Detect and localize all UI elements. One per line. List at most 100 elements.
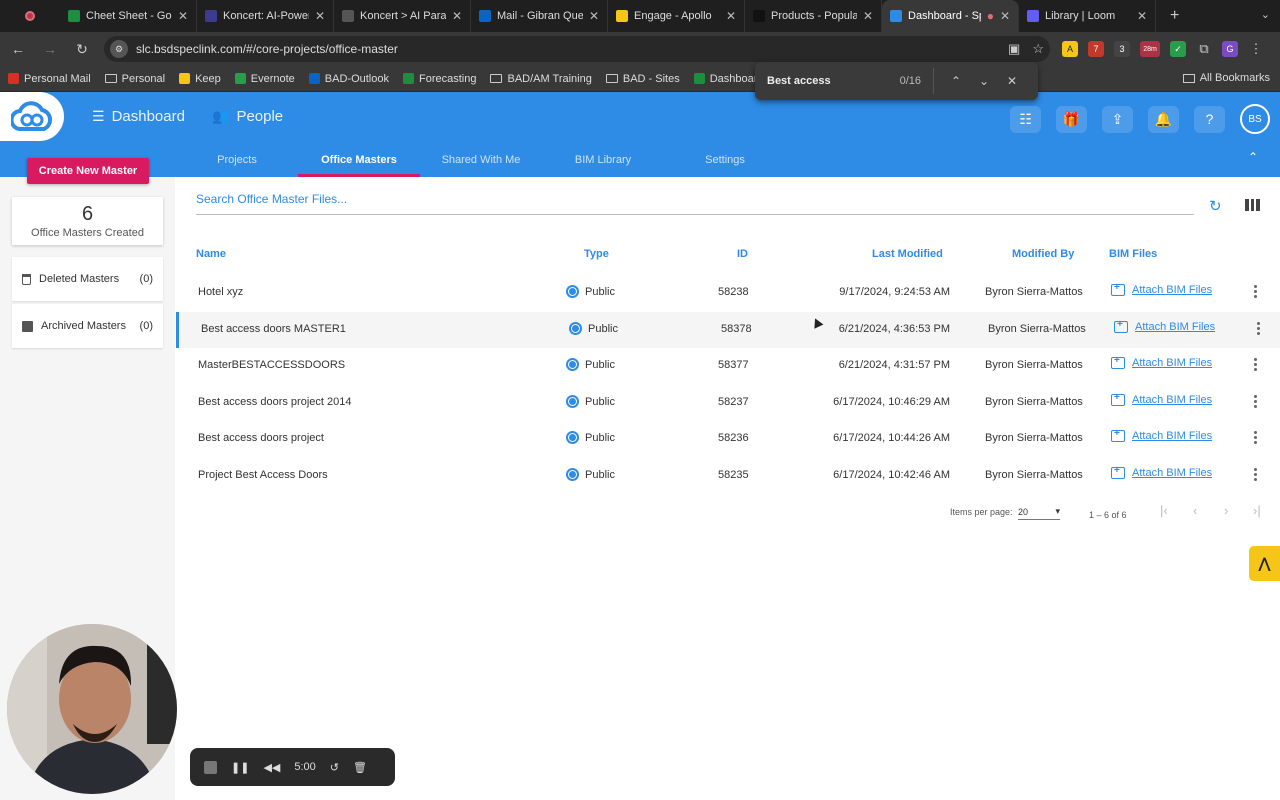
last-page-icon[interactable]: ›| (1253, 503, 1261, 518)
attach-bim-files-link[interactable]: Attach BIM Files (1111, 282, 1212, 296)
page-action-icon[interactable]: ▣ (1008, 41, 1020, 57)
search-field[interactable] (196, 192, 1194, 215)
browser-tab[interactable]: Dashboard - Sp ● ✕ (882, 0, 1019, 32)
browser-tab[interactable]: Library | Loom ✕ (1019, 0, 1156, 32)
bell-icon[interactable]: 🔔 (1148, 105, 1179, 133)
app-logo[interactable] (0, 92, 64, 141)
column-header-modified-by[interactable]: Modified By (1012, 248, 1074, 260)
tab-close-icon[interactable]: ✕ (452, 9, 462, 23)
attach-bim-files-link[interactable]: Attach BIM Files (1111, 392, 1212, 406)
row-more-options-icon[interactable] (1254, 394, 1258, 408)
column-header-last-modified[interactable]: Last Modified (872, 248, 943, 260)
tab-shared-with-me[interactable]: Shared With Me (420, 142, 542, 177)
row-more-options-icon[interactable] (1254, 358, 1258, 371)
restart-icon[interactable]: ↺ (330, 761, 339, 774)
table-row[interactable]: Project Best Access Doors Public 58235 6/17… (176, 458, 1280, 494)
extensions-puzzle-icon[interactable]: ⧉ (1196, 41, 1212, 57)
stop-recording-icon[interactable] (204, 760, 217, 774)
row-name[interactable]: Best access doors project 2014 (198, 396, 351, 408)
row-more-options-icon[interactable] (1254, 431, 1258, 444)
delete-recording-icon[interactable]: 🗑 (353, 761, 367, 774)
apollo-extension-icon[interactable]: A (1062, 41, 1078, 57)
attach-bim-files-link[interactable]: Attach BIM Files (1111, 465, 1212, 479)
row-name[interactable]: Hotel xyz (198, 286, 243, 298)
create-new-master-button[interactable]: Create New Master (27, 158, 149, 184)
back-icon[interactable]: ← (8, 41, 28, 57)
row-more-options-icon[interactable] (1254, 285, 1258, 298)
bookmark-item[interactable]: Personal Mail (8, 73, 91, 85)
tab-close-icon[interactable]: ✕ (1137, 9, 1147, 23)
all-bookmarks[interactable]: All Bookmarks (1182, 72, 1270, 84)
bookmark-star-icon[interactable]: ☆ (1032, 41, 1044, 57)
table-row[interactable]: Best access doors MASTER1 Public 58378 6/21… (176, 311, 1280, 348)
tab-close-icon[interactable]: ✕ (1000, 9, 1010, 23)
row-more-options-icon[interactable] (1257, 321, 1261, 335)
extension-badge-three[interactable]: 28m (1140, 41, 1160, 57)
browser-tab[interactable]: Koncert > AI Paralle ✕ (334, 0, 471, 32)
previous-page-icon[interactable]: ‹ (1193, 503, 1197, 518)
bookmark-item[interactable]: Evernote (234, 73, 295, 85)
bookmark-item[interactable]: BAD-Outlook (308, 73, 389, 85)
tab-close-icon[interactable]: ✕ (863, 9, 873, 23)
tab-bim-library[interactable]: BIM Library (542, 142, 664, 177)
browser-menu-icon[interactable]: ⋮ (1248, 41, 1264, 57)
sidebar-item-deleted-masters[interactable]: Deleted Masters (0) (12, 257, 163, 301)
browser-tab[interactable]: Engage - Apollo ✕ (608, 0, 745, 32)
find-close-icon[interactable]: ✕ (998, 74, 1026, 88)
tab-close-icon[interactable]: ✕ (726, 9, 736, 23)
nav-people[interactable]: 👥 People (212, 108, 283, 125)
next-page-icon[interactable]: › (1224, 503, 1228, 518)
reload-icon[interactable]: ↻ (72, 41, 92, 58)
bookmark-item[interactable]: Dashboard (693, 73, 764, 85)
tab-office-masters[interactable]: Office Masters (298, 142, 420, 177)
hierarchy-icon[interactable]: ☷ (1010, 105, 1041, 133)
upload-icon[interactable]: ⇪ (1102, 105, 1133, 133)
tab-close-icon[interactable]: ✕ (178, 9, 188, 23)
new-tab-button[interactable]: + (1156, 7, 1193, 25)
bookmark-item[interactable]: Personal (104, 73, 165, 85)
recording-tab-indicator[interactable] (0, 0, 60, 32)
address-bar[interactable]: ⚙ slc.bsdspeclink.com/#/core-projects/of… (104, 36, 1050, 62)
check-extension-icon[interactable]: ✓ (1170, 41, 1186, 57)
table-row[interactable]: MasterBESTACCESSDOORS Public 58377 6/21/202… (176, 348, 1280, 384)
site-info-icon[interactable]: ⚙ (110, 40, 128, 58)
row-more-options-icon[interactable] (1254, 467, 1258, 481)
column-header-type[interactable]: Type (584, 248, 609, 260)
table-row[interactable]: Best access doors project 2014 Public 5823… (176, 385, 1280, 421)
webcam-bubble[interactable] (7, 624, 177, 794)
bookmark-item[interactable]: BAD/AM Training (490, 73, 592, 85)
tab-projects[interactable]: Projects (176, 142, 298, 177)
sidebar-item-archived-masters[interactable]: Archived Masters (0) (12, 304, 163, 348)
browser-tab[interactable]: Mail - Gibran Quez ✕ (471, 0, 608, 32)
tab-close-icon[interactable]: ✕ (589, 9, 599, 23)
bookmark-item[interactable]: BAD - Sites (605, 73, 680, 85)
find-input[interactable]: Best access (767, 75, 900, 87)
pause-icon[interactable]: ❚❚ (231, 761, 249, 774)
rewind-icon[interactable]: ◀◀ (263, 761, 280, 774)
column-header-name[interactable]: Name (196, 248, 226, 260)
table-row[interactable]: Best access doors project Public 58236 6/17… (176, 421, 1280, 457)
help-icon[interactable]: ? (1194, 105, 1225, 133)
apollo-widget-icon[interactable]: ⋀ (1249, 546, 1280, 581)
row-name[interactable]: Best access doors MASTER1 (201, 323, 346, 335)
table-row[interactable]: Hotel xyz Public 58238 9/17/2024, 9:24:53 A… (176, 275, 1280, 311)
items-per-page-select[interactable]: 20 ▾ (1018, 504, 1060, 520)
extension-badge-two[interactable]: 3 (1114, 41, 1130, 57)
column-header-id[interactable]: ID (737, 248, 748, 260)
bookmark-item[interactable]: Forecasting (403, 73, 476, 85)
gift-icon[interactable]: 🎁 (1056, 105, 1087, 133)
user-avatar[interactable]: BS (1240, 104, 1270, 134)
nav-dashboard[interactable]: ☰ Dashboard (92, 108, 185, 125)
extension-badge-one[interactable]: 7 (1088, 41, 1104, 57)
row-name[interactable]: Best access doors project (198, 432, 324, 444)
profile-avatar[interactable]: G (1222, 41, 1238, 57)
find-previous-icon[interactable]: ⌃ (942, 74, 970, 88)
collapse-header-icon[interactable]: ⌃ (1248, 150, 1258, 164)
attach-bim-files-link[interactable]: Attach BIM Files (1111, 428, 1212, 442)
browser-tab[interactable]: Products - Popular ✕ (745, 0, 882, 32)
browser-tab[interactable]: Cheet Sheet - Goo ✕ (60, 0, 197, 32)
row-name[interactable]: Project Best Access Doors (198, 469, 328, 481)
tab-settings[interactable]: Settings (664, 142, 786, 177)
first-page-icon[interactable]: |‹ (1160, 503, 1168, 518)
forward-icon[interactable]: → (40, 41, 60, 57)
